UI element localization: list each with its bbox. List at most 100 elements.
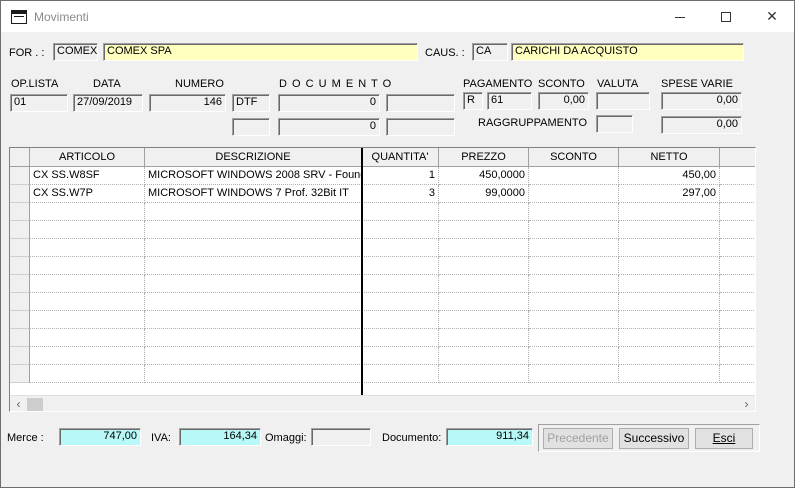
column-header[interactable]: SCONTO: [529, 148, 619, 167]
grid-cell[interactable]: [439, 311, 529, 329]
grid-cell[interactable]: [619, 257, 720, 275]
row-selector[interactable]: [10, 257, 30, 275]
grid-cell[interactable]: [529, 293, 619, 311]
raggruppamento-field[interactable]: [596, 115, 633, 133]
grid-cell[interactable]: [145, 275, 362, 293]
doc-type-field[interactable]: DTF: [232, 94, 270, 112]
grid-cell[interactable]: [362, 257, 439, 275]
grid-cell[interactable]: [145, 365, 362, 383]
row-selector[interactable]: [10, 293, 30, 311]
grid-cell[interactable]: [529, 365, 619, 383]
grid-cell[interactable]: [362, 275, 439, 293]
grid-cell[interactable]: [529, 203, 619, 221]
grid-cell[interactable]: [145, 257, 362, 275]
grid-cell[interactable]: [362, 365, 439, 383]
grid-cell[interactable]: [30, 311, 145, 329]
grid-cell[interactable]: [619, 365, 720, 383]
valuta-field[interactable]: [596, 92, 650, 110]
grid-cell[interactable]: [529, 257, 619, 275]
grid-cell[interactable]: 450,0000: [439, 167, 529, 185]
grid-cell[interactable]: [30, 293, 145, 311]
grid-cell[interactable]: [529, 275, 619, 293]
grid-cell[interactable]: [619, 293, 720, 311]
spese-varie-field-2[interactable]: 0,00: [661, 116, 742, 134]
row-selector[interactable]: [10, 329, 30, 347]
doc-value-field-1[interactable]: 0: [278, 94, 380, 112]
column-header[interactable]: ARTICOLO: [30, 148, 145, 167]
data-field[interactable]: 27/09/2019: [73, 94, 143, 112]
esci-button[interactable]: Esci: [695, 428, 753, 449]
grid-cell[interactable]: [362, 203, 439, 221]
pagamento-num-field[interactable]: 61: [487, 92, 532, 110]
grid-cell[interactable]: [439, 239, 529, 257]
grid-cell[interactable]: [30, 365, 145, 383]
grid-cell[interactable]: [529, 329, 619, 347]
sconto-field[interactable]: 0,00: [538, 92, 589, 110]
close-button[interactable]: ✕: [749, 1, 795, 32]
minimize-button[interactable]: [657, 1, 703, 32]
grid-cell[interactable]: [362, 347, 439, 365]
grid-cell[interactable]: [529, 185, 619, 203]
grid-cell[interactable]: [439, 347, 529, 365]
caus-name-field[interactable]: CARICHI DA ACQUISTO: [511, 43, 744, 61]
grid-cell[interactable]: [145, 203, 362, 221]
row-selector[interactable]: [10, 275, 30, 293]
row-selector[interactable]: [10, 239, 30, 257]
grid-cell[interactable]: [619, 239, 720, 257]
grid-cell[interactable]: [362, 329, 439, 347]
precedente-button[interactable]: Precedente: [543, 428, 613, 449]
grid-cell[interactable]: CX SS.W7P: [30, 185, 145, 203]
pagamento-code-field[interactable]: R: [463, 92, 483, 110]
for-name-field[interactable]: COMEX SPA: [103, 43, 418, 61]
row-selector[interactable]: [10, 167, 30, 185]
grid-cell[interactable]: [529, 311, 619, 329]
grid-cell[interactable]: [145, 329, 362, 347]
grid-cell[interactable]: [30, 239, 145, 257]
doc-extra-field-1[interactable]: [386, 94, 455, 112]
grid-cell[interactable]: MICROSOFT WINDOWS 7 Prof. 32Bit IT: [145, 185, 362, 203]
for-code-field[interactable]: COMEX: [53, 43, 98, 61]
grid-cell[interactable]: [619, 221, 720, 239]
grid-cell[interactable]: [30, 329, 145, 347]
grid-cell[interactable]: [30, 347, 145, 365]
doc-extra-field-2[interactable]: [386, 118, 455, 136]
column-header[interactable]: QUANTITA': [362, 148, 439, 167]
grid-cell[interactable]: [529, 221, 619, 239]
grid-cell[interactable]: [439, 257, 529, 275]
grid-cell[interactable]: [529, 347, 619, 365]
frozen-column-splitter[interactable]: [361, 148, 363, 395]
grid-cell[interactable]: 297,00: [619, 185, 720, 203]
grid-cell[interactable]: [439, 203, 529, 221]
grid-cell[interactable]: MICROSOFT WINDOWS 2008 SRV - Found: [145, 167, 362, 185]
doc-value-field-2[interactable]: 0: [278, 118, 380, 136]
grid-cell[interactable]: 450,00: [619, 167, 720, 185]
grid-cell[interactable]: [619, 311, 720, 329]
doc-type-field-2[interactable]: [232, 118, 270, 136]
grid-cell[interactable]: 3: [362, 185, 439, 203]
grid-cell[interactable]: [145, 221, 362, 239]
grid-cell[interactable]: [619, 203, 720, 221]
grid-cell[interactable]: [30, 221, 145, 239]
grid-cell[interactable]: [529, 167, 619, 185]
grid-cell[interactable]: [362, 311, 439, 329]
grid-cell[interactable]: [439, 293, 529, 311]
grid-cell[interactable]: [145, 311, 362, 329]
grid-cell[interactable]: [30, 203, 145, 221]
grid-cell[interactable]: [362, 293, 439, 311]
row-selector[interactable]: [10, 347, 30, 365]
scroll-left-icon[interactable]: ‹: [10, 396, 27, 411]
grid-cell[interactable]: [362, 239, 439, 257]
grid-cell[interactable]: [439, 275, 529, 293]
grid-cell[interactable]: [439, 221, 529, 239]
spese-varie-field-1[interactable]: 0,00: [661, 92, 742, 110]
grid-cell[interactable]: [439, 329, 529, 347]
scroll-thumb[interactable]: [27, 398, 43, 411]
column-header[interactable]: PREZZO: [439, 148, 529, 167]
maximize-button[interactable]: [703, 1, 749, 32]
row-selector[interactable]: [10, 185, 30, 203]
op-lista-field[interactable]: 01: [10, 94, 68, 112]
grid-cell[interactable]: [30, 275, 145, 293]
grid-cell[interactable]: [619, 329, 720, 347]
column-header[interactable]: NETTO: [619, 148, 720, 167]
grid-cell[interactable]: [30, 257, 145, 275]
